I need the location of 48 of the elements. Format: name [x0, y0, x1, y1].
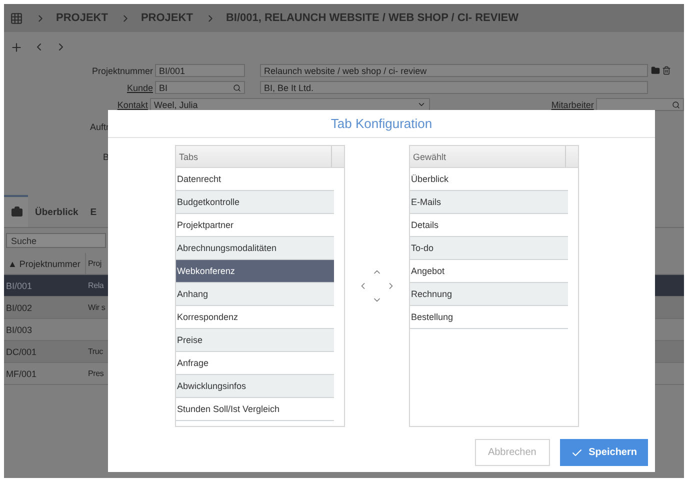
search-field[interactable]: Suche — [6, 233, 106, 248]
tab[interactable]: Überblick — [28, 195, 84, 227]
table-cell-text: DC/001 — [5, 346, 38, 356]
dialog-title: Tab Konfiguration — [108, 110, 655, 138]
list-item[interactable]: To-do — [410, 237, 568, 260]
field-label: Auftr — [90, 121, 110, 134]
table-cell-text: Rela — [87, 281, 104, 290]
input-field[interactable]: BI — [155, 81, 245, 94]
field-label: Projektnummer — [90, 66, 154, 76]
input-field[interactable]: BI/001 — [155, 64, 245, 77]
list-item[interactable]: Abwicklungsinfos — [176, 375, 334, 398]
table-cell-text: Pres — [87, 369, 104, 378]
table-cell-text: Wir s — [87, 303, 106, 312]
field-label-link[interactable]: Kontakt — [4, 100, 150, 110]
list-item[interactable]: Rechnung — [410, 283, 568, 306]
list-item[interactable]: Preise — [176, 329, 334, 352]
table-cell-text: Truc — [87, 347, 103, 356]
search-icon — [672, 100, 680, 108]
folder-icon[interactable] — [651, 66, 660, 75]
add-icon[interactable] — [10, 40, 23, 54]
column-header[interactable]: ▲ Projektnummer — [4, 253, 86, 274]
trash-icon[interactable] — [662, 66, 671, 75]
briefcase-tab[interactable] — [4, 195, 28, 227]
dropdown-field[interactable]: Weel, Julia — [150, 98, 430, 111]
table-cell-text: MF/001 — [5, 368, 38, 378]
input-field[interactable]: BI, Be It Ltd. — [260, 81, 648, 94]
apps-grid-icon[interactable] — [10, 12, 23, 24]
column-header[interactable]: Proj — [86, 259, 102, 268]
field-label-link[interactable]: Mitarbeiter — [494, 100, 596, 110]
table-cell-text: BI/001 — [5, 280, 34, 290]
list-item[interactable]: Anhang — [176, 283, 334, 306]
tab[interactable]: E — [83, 195, 102, 227]
save-button[interactable]: Speichern — [560, 439, 648, 466]
field-label-link[interactable]: Kunde — [4, 82, 155, 92]
chevron-down-icon — [417, 100, 426, 109]
column-header: Gewählt — [410, 146, 566, 167]
column-header: Tabs — [176, 146, 332, 167]
table-cell-text: BI/003 — [5, 324, 34, 334]
input-field[interactable] — [596, 98, 684, 111]
list-item[interactable]: Abrechnungsmodalitäten — [176, 237, 334, 260]
briefcase-icon — [11, 206, 23, 218]
input-field[interactable]: Relaunch website / web shop / ci- review — [260, 64, 648, 77]
list-item[interactable]: Webkonferenz — [176, 260, 334, 283]
list-item[interactable]: Budgetkontrolle — [176, 191, 334, 214]
list-item[interactable]: E-Mails — [410, 191, 568, 214]
search-icon — [233, 84, 241, 92]
table-cell-text: BI/002 — [5, 302, 34, 312]
check-icon — [570, 446, 583, 458]
